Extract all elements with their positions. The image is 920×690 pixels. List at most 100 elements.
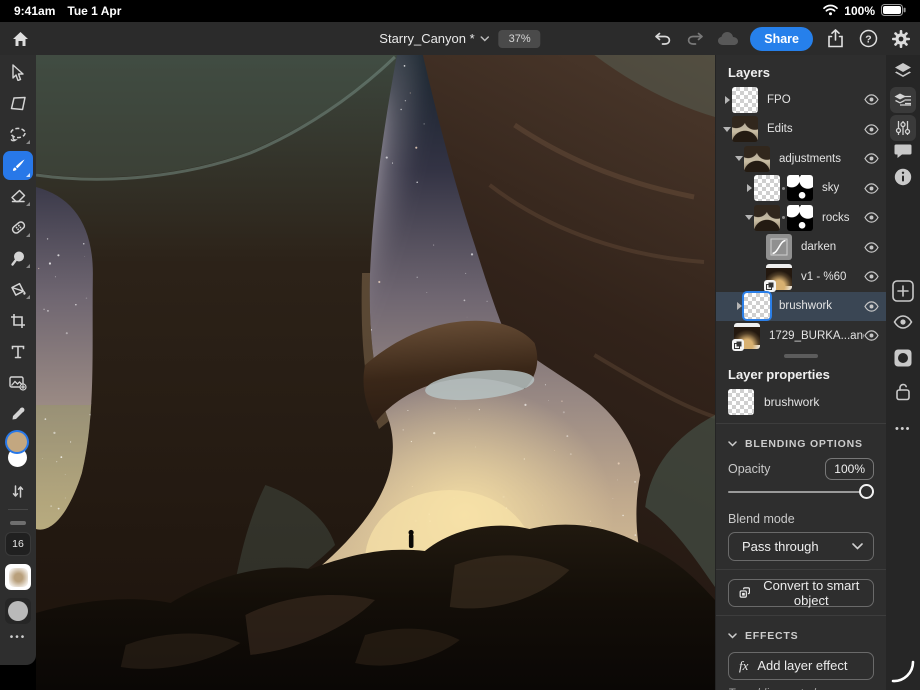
smart-object-badge-icon — [764, 280, 776, 292]
color-wells[interactable] — [0, 432, 36, 478]
layer-row[interactable]: v1 - %60 — [716, 262, 886, 292]
disclosure-icon[interactable] — [744, 215, 754, 220]
layers-detail-view-button[interactable] — [890, 87, 916, 113]
disclosure-icon[interactable] — [734, 156, 744, 161]
layer-row[interactable]: sky — [716, 174, 886, 204]
disclosure-icon[interactable] — [722, 127, 732, 132]
add-layer-effect-button[interactable]: fx Add layer effect — [728, 652, 874, 680]
opacity-value-field[interactable]: 100% — [825, 458, 874, 480]
layer-thumbnail[interactable] — [754, 205, 780, 231]
layer-row[interactable]: Edits — [716, 115, 886, 145]
app-window: 9:41am Tue 1 Apr 100% Starry_Canyon * 37… — [0, 0, 920, 690]
magnifier-tool[interactable] — [0, 243, 36, 274]
eraser-tool[interactable] — [0, 181, 36, 212]
blend-mode-dropdown[interactable]: Pass through — [728, 532, 874, 561]
fill-tool[interactable] — [0, 274, 36, 305]
panel-resize-handle[interactable] — [784, 354, 818, 358]
opacity-slider-track[interactable] — [728, 491, 874, 493]
toolbar-drag-handle[interactable] — [10, 521, 26, 525]
toolbar-divider — [8, 509, 28, 510]
info-icon[interactable] — [894, 168, 912, 186]
transform-tool[interactable] — [0, 88, 36, 119]
eye-icon[interactable] — [864, 329, 879, 342]
layer-thumbnail[interactable] — [744, 293, 770, 319]
layer-row[interactable]: adjustments — [716, 144, 886, 174]
healing-brush-tool[interactable] — [0, 212, 36, 243]
brush-preview-hard[interactable] — [5, 598, 31, 624]
lock-icon[interactable] — [895, 382, 911, 401]
swap-colors-button[interactable] — [0, 479, 36, 503]
canvas[interactable] — [36, 55, 715, 690]
brush-size-field[interactable]: 16 — [5, 532, 31, 556]
eye-icon[interactable] — [864, 123, 879, 136]
chevron-down-icon — [728, 441, 737, 447]
help-icon[interactable]: ? — [857, 28, 879, 50]
smart-object-thumbnail[interactable] — [766, 264, 792, 290]
disclosure-icon[interactable] — [744, 184, 754, 192]
move-tool[interactable] — [0, 57, 36, 88]
layers-stack-icon[interactable] — [893, 61, 913, 81]
layer-name: darken — [801, 241, 836, 253]
status-date: Tue 1 Apr — [67, 4, 121, 18]
taskbar-more-button[interactable]: ••• — [895, 423, 911, 435]
taskbar: ••• — [886, 55, 920, 690]
cloud-sync-icon[interactable] — [717, 28, 739, 50]
eye-icon[interactable] — [864, 182, 879, 195]
adjustments-sliders-icon[interactable] — [890, 115, 916, 141]
comment-icon[interactable] — [894, 143, 912, 159]
fx-icon: fx — [739, 658, 748, 674]
brush-preview-soft[interactable] — [5, 564, 31, 590]
eye-icon[interactable] — [864, 152, 879, 165]
eye-icon[interactable] — [864, 241, 879, 254]
disclosure-icon[interactable] — [722, 96, 732, 104]
eyedropper-tool[interactable] — [0, 398, 36, 429]
smart-object-thumbnail[interactable] — [734, 323, 760, 349]
lasso-select-tool[interactable] — [0, 119, 36, 150]
layer-visibility-eye-icon[interactable] — [893, 314, 913, 330]
zoom-level-badge[interactable]: 37% — [499, 30, 541, 48]
layer-row[interactable]: FPO — [716, 85, 886, 115]
settings-gear-icon[interactable] — [890, 28, 912, 50]
convert-smart-object-button[interactable]: Convert to smart object — [728, 579, 874, 607]
layer-thumbnail[interactable] — [732, 87, 758, 113]
blending-options-header[interactable]: BLENDING OPTIONS — [728, 437, 874, 451]
brush-tool[interactable] — [3, 151, 33, 180]
layer-mask-thumbnail[interactable] — [787, 175, 813, 201]
layer-mask-icon[interactable] — [893, 348, 913, 368]
layer-row[interactable]: darken — [716, 233, 886, 263]
export-icon[interactable] — [824, 28, 846, 50]
layer-thumbnail[interactable] — [754, 175, 780, 201]
layer-thumbnail[interactable] — [744, 146, 770, 172]
layer-row[interactable]: 1729_BURKA...anced-NR33 — [716, 321, 886, 351]
disclosure-icon[interactable] — [734, 302, 744, 310]
crop-tool[interactable] — [0, 305, 36, 336]
eye-icon[interactable] — [864, 300, 879, 313]
layer-thumbnail[interactable] — [732, 116, 758, 142]
toolbar-more-button[interactable]: ••• — [10, 632, 27, 643]
status-time: 9:41am — [14, 4, 55, 18]
type-tool[interactable] — [0, 336, 36, 367]
opacity-slider-knob[interactable] — [859, 484, 874, 499]
redo-button[interactable] — [684, 28, 706, 50]
eye-icon[interactable] — [864, 270, 879, 283]
share-button[interactable]: Share — [750, 27, 813, 51]
curves-adjustment-thumbnail[interactable] — [766, 234, 792, 260]
status-bar: 9:41am Tue 1 Apr 100% — [0, 0, 920, 22]
document-title-button[interactable]: Starry_Canyon * — [379, 31, 489, 46]
place-image-tool[interactable] — [0, 367, 36, 398]
foreground-color-well[interactable] — [7, 432, 27, 452]
battery-icon — [881, 4, 906, 19]
layer-name: 1729_BURKA...anced-NR33 — [769, 330, 864, 342]
eye-icon[interactable] — [864, 211, 879, 224]
smart-object-badge-icon — [732, 339, 744, 351]
layer-row[interactable]: rocks — [716, 203, 886, 233]
opacity-label: Opacity — [728, 462, 770, 476]
layer-mask-thumbnail[interactable] — [787, 205, 813, 231]
undo-button[interactable] — [651, 28, 673, 50]
layer-row-selected[interactable]: brushwork — [716, 292, 886, 322]
home-button[interactable] — [9, 28, 31, 50]
effects-header[interactable]: EFFECTS — [728, 629, 874, 643]
add-layer-button[interactable] — [886, 279, 920, 303]
eye-icon[interactable] — [864, 93, 879, 106]
opacity-slider[interactable] — [728, 484, 874, 500]
